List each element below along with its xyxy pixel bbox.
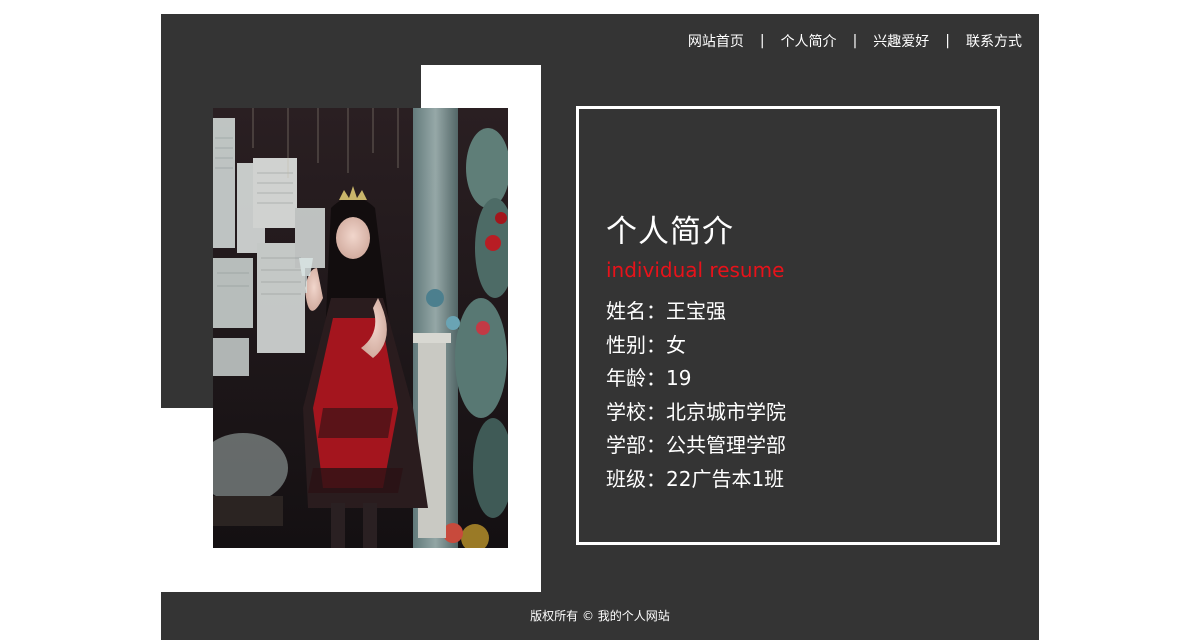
resume-row-name: 姓名：王宝强: [606, 299, 726, 323]
resume-card: 个人简介 individual resume 姓名：王宝强 性别：女 年龄：19…: [576, 106, 1000, 545]
resume-row-department: 学部：公共管理学部: [606, 433, 786, 457]
nav-item-hobbies[interactable]: 兴趣爱好: [873, 31, 929, 51]
nav-item-profile[interactable]: 个人简介: [781, 31, 837, 51]
resume-row-school: 学校：北京城市学院: [606, 399, 786, 424]
nav-item-home[interactable]: 网站首页: [688, 31, 744, 51]
nav-separator: |: [945, 33, 950, 49]
resume-row-gender: 性别：女: [606, 332, 686, 357]
resume-title: 个人简介: [606, 214, 734, 250]
top-nav: 网站首页 | 个人简介 | 兴趣爱好 | 联系方式: [688, 31, 1022, 51]
resume-row-class: 班级：22广告本1班: [606, 466, 785, 491]
footer: 版权所有 © 我的个人网站: [161, 592, 1039, 640]
nav-separator: |: [852, 33, 858, 49]
resume-subtitle: individual resume: [606, 258, 785, 282]
resume-details: 姓名：王宝强 性别：女 年龄：19 学校：北京城市学院 学部：公共管理学部 班级…: [606, 295, 786, 496]
nav-separator: |: [759, 33, 765, 49]
resume-row-age: 年龄：19: [606, 366, 692, 390]
nav-item-contact[interactable]: 联系方式: [966, 31, 1022, 51]
copyright-text: 版权所有 © 我的个人网站: [530, 609, 670, 623]
profile-photo: [213, 108, 508, 548]
page: 网站首页 | 个人简介 | 兴趣爱好 | 联系方式 个人简介 individua…: [161, 14, 1039, 640]
